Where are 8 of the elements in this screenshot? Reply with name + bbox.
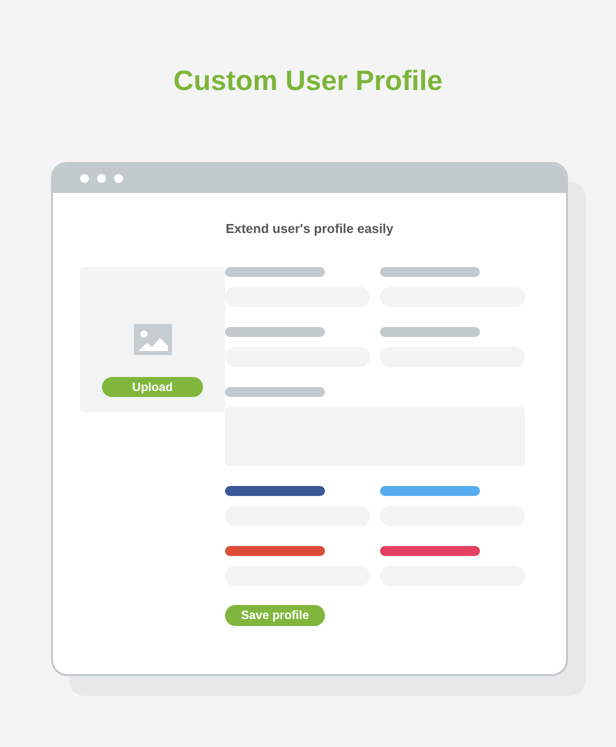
window-dot-icon xyxy=(80,174,89,183)
upload-button[interactable]: Upload xyxy=(102,377,203,397)
window-dot-icon xyxy=(114,174,123,183)
subtitle-text: Extend user's profile easily xyxy=(224,221,394,237)
window-dot-icon xyxy=(97,174,106,183)
page-title: Custom User Profile xyxy=(172,64,444,98)
image-icon xyxy=(134,324,172,355)
save-profile-button[interactable]: Save profile xyxy=(225,605,325,626)
